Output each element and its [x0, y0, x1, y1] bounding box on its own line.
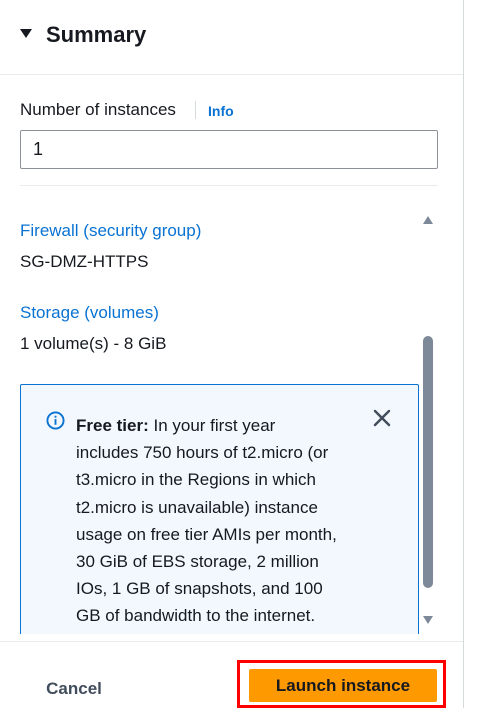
alert-line-1: In your first year: [148, 416, 276, 435]
summary-panel: Summary Number of instances Info Firewal…: [0, 0, 464, 709]
alert-line-8: GB of bandwidth to the internet.: [76, 606, 316, 626]
alert-line-4: t2.micro is unavailable) instance: [76, 497, 318, 517]
right-edge: [464, 0, 479, 708]
alert-line-3: t3.micro in the Regions in which: [76, 470, 317, 490]
free-tier-alert-text: Free tier: In your first year includes 75…: [76, 412, 366, 630]
vertical-scrollbar[interactable]: [420, 210, 436, 630]
close-icon[interactable]: [371, 407, 393, 429]
summary-title[interactable]: Summary: [46, 20, 146, 50]
scroll-down-arrow[interactable]: [423, 616, 433, 624]
summary-footer: Cancel Launch instance: [0, 641, 463, 709]
alert-line-6: 30 GiB of EBS storage, 2 million: [76, 552, 319, 572]
free-tier-alert: Free tier: In your first year includes 75…: [20, 384, 419, 634]
summary-scroll-area[interactable]: Firewall (security group) SG-DMZ-HTTPS S…: [0, 186, 440, 634]
label-divider: [195, 101, 196, 119]
firewall-value: SG-DMZ-HTTPS: [20, 252, 149, 271]
summary-header[interactable]: Summary: [0, 0, 463, 75]
storage-value: 1 volume(s) - 8 GiB: [20, 334, 167, 353]
info-circle-icon: [46, 411, 65, 430]
number-of-instances-input[interactable]: [20, 130, 438, 169]
alert-line-5: usage on free tier AMIs per month,: [76, 524, 337, 544]
free-tier-label: Free tier:: [76, 416, 149, 435]
caret-down-icon[interactable]: [20, 29, 32, 38]
launch-instance-button[interactable]: Launch instance: [249, 669, 437, 702]
alert-line-7: IOs, 1 GB of snapshots, and 100: [76, 579, 323, 599]
firewall-key[interactable]: Firewall (security group): [20, 219, 201, 243]
instances-label: Number of instances: [20, 100, 176, 119]
alert-line-2: includes 750 hours of t2.micro (or: [76, 443, 329, 463]
info-link[interactable]: Info: [208, 100, 234, 122]
storage-key[interactable]: Storage (volumes): [20, 301, 159, 325]
scroll-up-arrow[interactable]: [423, 216, 433, 224]
scrollbar-thumb[interactable]: [423, 336, 433, 588]
cancel-button[interactable]: Cancel: [28, 672, 120, 706]
